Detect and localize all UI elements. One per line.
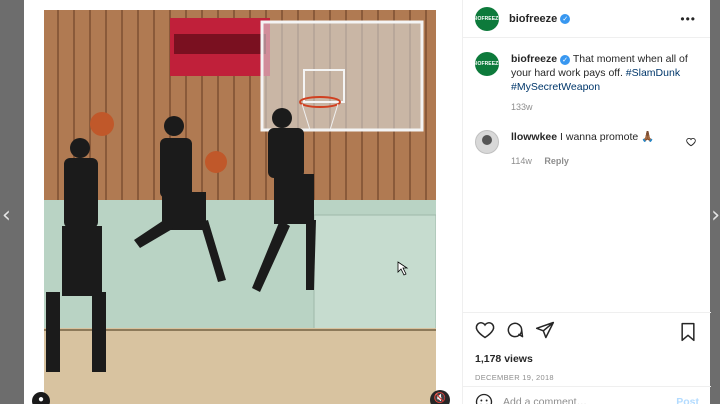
commenter-username[interactable]: llowwkee [511, 131, 557, 143]
user-tag-icon[interactable]: ● [32, 392, 50, 404]
comment-input[interactable] [503, 395, 663, 404]
heart-icon[interactable] [475, 320, 495, 345]
more-options-icon[interactable]: ••• [680, 12, 696, 26]
comment-age: 114w [511, 156, 532, 166]
comment-bar: Post [463, 386, 711, 404]
comment-text: I wanna promote 🙏🏾 [560, 131, 655, 143]
post-video[interactable]: ● 🔇 [24, 0, 462, 404]
emoji-icon[interactable] [475, 393, 493, 404]
comment-icon[interactable] [505, 320, 525, 345]
previous-post-arrow-icon[interactable]: ‹ [2, 205, 11, 227]
post-header: BIOFREEZE biofreeze ✓ ••• [463, 0, 710, 38]
backdrop-right [710, 0, 720, 404]
commenter-avatar[interactable] [475, 130, 499, 154]
caption: BIOFREEZE biofreeze ✓ That moment when al… [463, 38, 710, 94]
view-count[interactable]: 1,178 views [475, 353, 699, 365]
verified-badge-icon: ✓ [560, 55, 571, 65]
next-post-arrow-icon[interactable]: › [711, 205, 720, 227]
comment-item: llowwkee I wanna promote 🙏🏾 114w Reply [463, 112, 710, 168]
caption-avatar[interactable]: BIOFREEZE [472, 52, 502, 76]
profile-avatar[interactable]: BIOFREEZE [472, 6, 502, 31]
caption-age: 133w [511, 102, 533, 112]
caption-text: biofreeze ✓ That moment when all of your … [511, 52, 698, 94]
post-actions: 1,178 views DECEMBER 19, 2018 [463, 312, 711, 382]
reply-button[interactable]: Reply [544, 156, 569, 166]
post-details-panel: BIOFREEZE biofreeze ✓ ••• BIOFREEZE biof… [462, 0, 711, 404]
post-date: DECEMBER 19, 2018 [475, 373, 554, 382]
comment-like-heart-icon[interactable] [686, 134, 696, 152]
backdrop-left [0, 0, 24, 404]
verified-badge-icon: ✓ [560, 13, 571, 24]
post-modal: ● 🔇 BIOFREEZE biofreeze ✓ ••• BIOFREEZE … [24, 0, 711, 404]
author-username[interactable]: biofreeze [509, 13, 557, 25]
video-frame [24, 0, 462, 404]
speaker-muted-icon[interactable]: 🔇 [430, 390, 450, 404]
bookmark-icon[interactable] [679, 322, 697, 347]
post-comment-button[interactable]: Post [676, 396, 699, 404]
share-icon[interactable] [535, 320, 555, 345]
caption-username[interactable]: biofreeze [511, 53, 557, 65]
